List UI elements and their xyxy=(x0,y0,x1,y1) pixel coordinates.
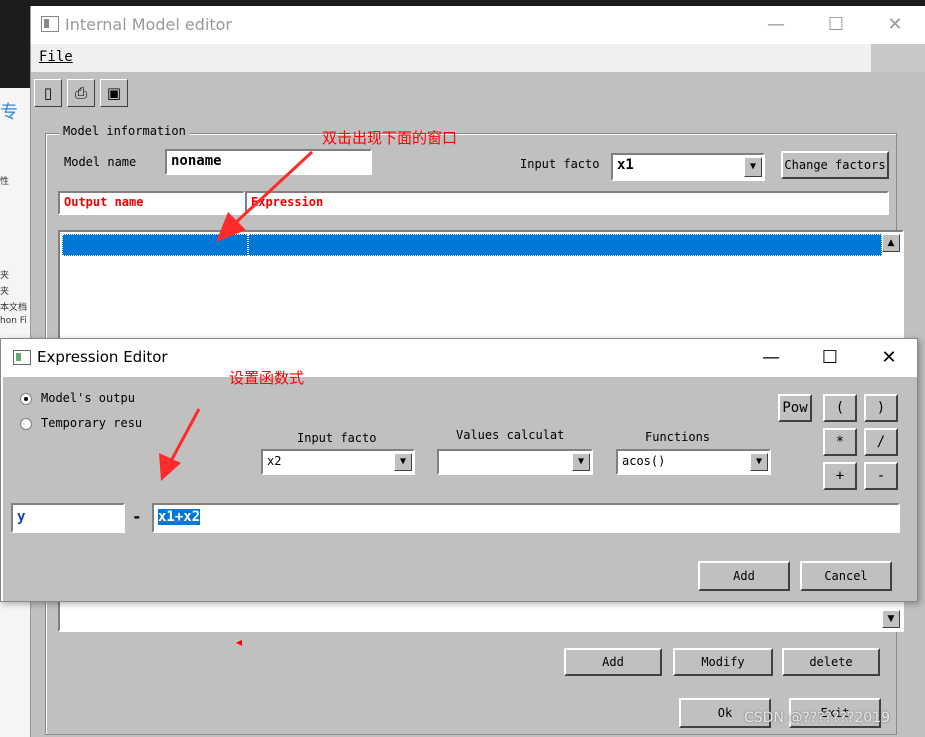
radio-temporary-label: Temporary resu xyxy=(41,416,143,430)
toolbar: ▯ ⎙ ▣ xyxy=(31,72,925,112)
plus-button[interactable]: + xyxy=(823,462,857,490)
dialog-title: Expression Editor xyxy=(37,348,168,366)
bg-text-5: 本文档 xyxy=(0,303,28,313)
dialog-add-button[interactable]: Add xyxy=(698,561,790,591)
radio-model-output[interactable] xyxy=(20,393,32,405)
dialog-maximize-icon[interactable]: ☐ xyxy=(807,343,853,373)
radio-temporary-result[interactable] xyxy=(20,418,32,430)
group-label: Model information xyxy=(59,124,190,138)
app-window-icon xyxy=(41,16,59,32)
print-icon[interactable]: ⎙ xyxy=(67,79,95,107)
divide-button[interactable]: / xyxy=(864,428,898,456)
input-factor-value: x1 xyxy=(617,157,634,173)
minimize-icon[interactable]: — xyxy=(753,10,799,40)
dialog-close-icon[interactable]: ✕ xyxy=(866,343,912,373)
menu-bar: File xyxy=(31,44,871,72)
annotation-marker: ◂ xyxy=(236,635,243,649)
values-calculated-select[interactable]: ▼ xyxy=(437,449,593,475)
dlg-input-factor-select[interactable]: x2 ▼ xyxy=(261,449,415,475)
scroll-down-icon[interactable]: ▼ xyxy=(882,610,900,628)
open-paren-button[interactable]: ( xyxy=(823,394,857,422)
annotation-set-function: 设置函数式 xyxy=(229,369,305,387)
chevron-down-icon[interactable]: ▼ xyxy=(744,157,762,177)
menu-bar-extension xyxy=(871,44,925,72)
chevron-down-icon[interactable]: ▼ xyxy=(750,453,768,471)
minus-button[interactable]: - xyxy=(864,462,898,490)
bg-text-2: 性 xyxy=(0,177,10,187)
values-calculated-label: Values calculat xyxy=(456,428,565,442)
functions-select[interactable]: acos() ▼ xyxy=(616,449,771,475)
save-icon[interactable]: ▣ xyxy=(100,79,128,107)
delete-button[interactable]: delete xyxy=(782,648,880,676)
output-variable-input[interactable]: y xyxy=(11,503,125,533)
dialog-window-icon xyxy=(13,350,31,365)
equals-sign: - xyxy=(132,507,142,526)
expression-input[interactable]: x1+x2 xyxy=(152,503,900,533)
annotation-double-click: 双击出现下面的窗口 xyxy=(322,129,458,147)
annotation-arrow-2 xyxy=(159,408,201,481)
chevron-down-icon[interactable]: ▼ xyxy=(572,453,590,471)
main-window-title: Internal Model editor xyxy=(65,15,232,34)
close-paren-button[interactable]: ) xyxy=(864,394,898,422)
dlg-input-factor-label: Input facto xyxy=(297,431,377,445)
functions-label: Functions xyxy=(645,430,711,444)
annotation-arrow-1 xyxy=(216,150,314,242)
dialog-client-area: Model's outpu Temporary resu Input facto… xyxy=(3,377,917,601)
new-document-icon[interactable]: ▯ xyxy=(34,79,62,107)
scroll-up-icon[interactable]: ▲ xyxy=(882,234,900,252)
bg-text-4: 夹 xyxy=(0,287,10,297)
main-title-bar[interactable]: Internal Model editor — ☐ ✕ xyxy=(31,6,925,44)
model-name-label: Model name xyxy=(64,155,137,169)
chevron-down-icon[interactable]: ▼ xyxy=(394,453,412,471)
input-factor-select[interactable]: x1 ▼ xyxy=(611,153,765,181)
dialog-minimize-icon[interactable]: — xyxy=(748,343,794,373)
add-output-button[interactable]: Add xyxy=(564,648,662,676)
bg-text-3: 夹 xyxy=(0,271,10,281)
watermark: CSDN @???????2019 xyxy=(744,710,891,726)
radio-model-output-label: Model's outpu xyxy=(41,391,135,405)
multiply-button[interactable]: * xyxy=(823,428,857,456)
pow-button[interactable]: Pow xyxy=(778,394,812,422)
dlg-input-factor-value: x2 xyxy=(267,454,282,468)
selected-row-expression-cell[interactable] xyxy=(248,234,882,256)
menu-file[interactable]: File xyxy=(39,49,73,65)
bg-text-1: 专 xyxy=(0,102,18,123)
expression-value: x1+x2 xyxy=(158,509,201,525)
bg-text-6: hon Fi xyxy=(0,316,27,326)
input-factor-label: Input facto xyxy=(520,157,600,171)
maximize-icon[interactable]: ☐ xyxy=(813,10,859,40)
column-header-expression[interactable]: Expression xyxy=(245,191,889,215)
functions-value: acos() xyxy=(622,454,666,468)
dialog-cancel-button[interactable]: Cancel xyxy=(800,561,892,591)
expression-editor-dialog: Expression Editor — ☐ ✕ Model's outpu Te… xyxy=(0,338,918,602)
close-icon[interactable]: ✕ xyxy=(872,10,918,40)
modify-button[interactable]: Modify xyxy=(673,648,773,676)
change-factors-button[interactable]: Change factors xyxy=(781,151,889,179)
